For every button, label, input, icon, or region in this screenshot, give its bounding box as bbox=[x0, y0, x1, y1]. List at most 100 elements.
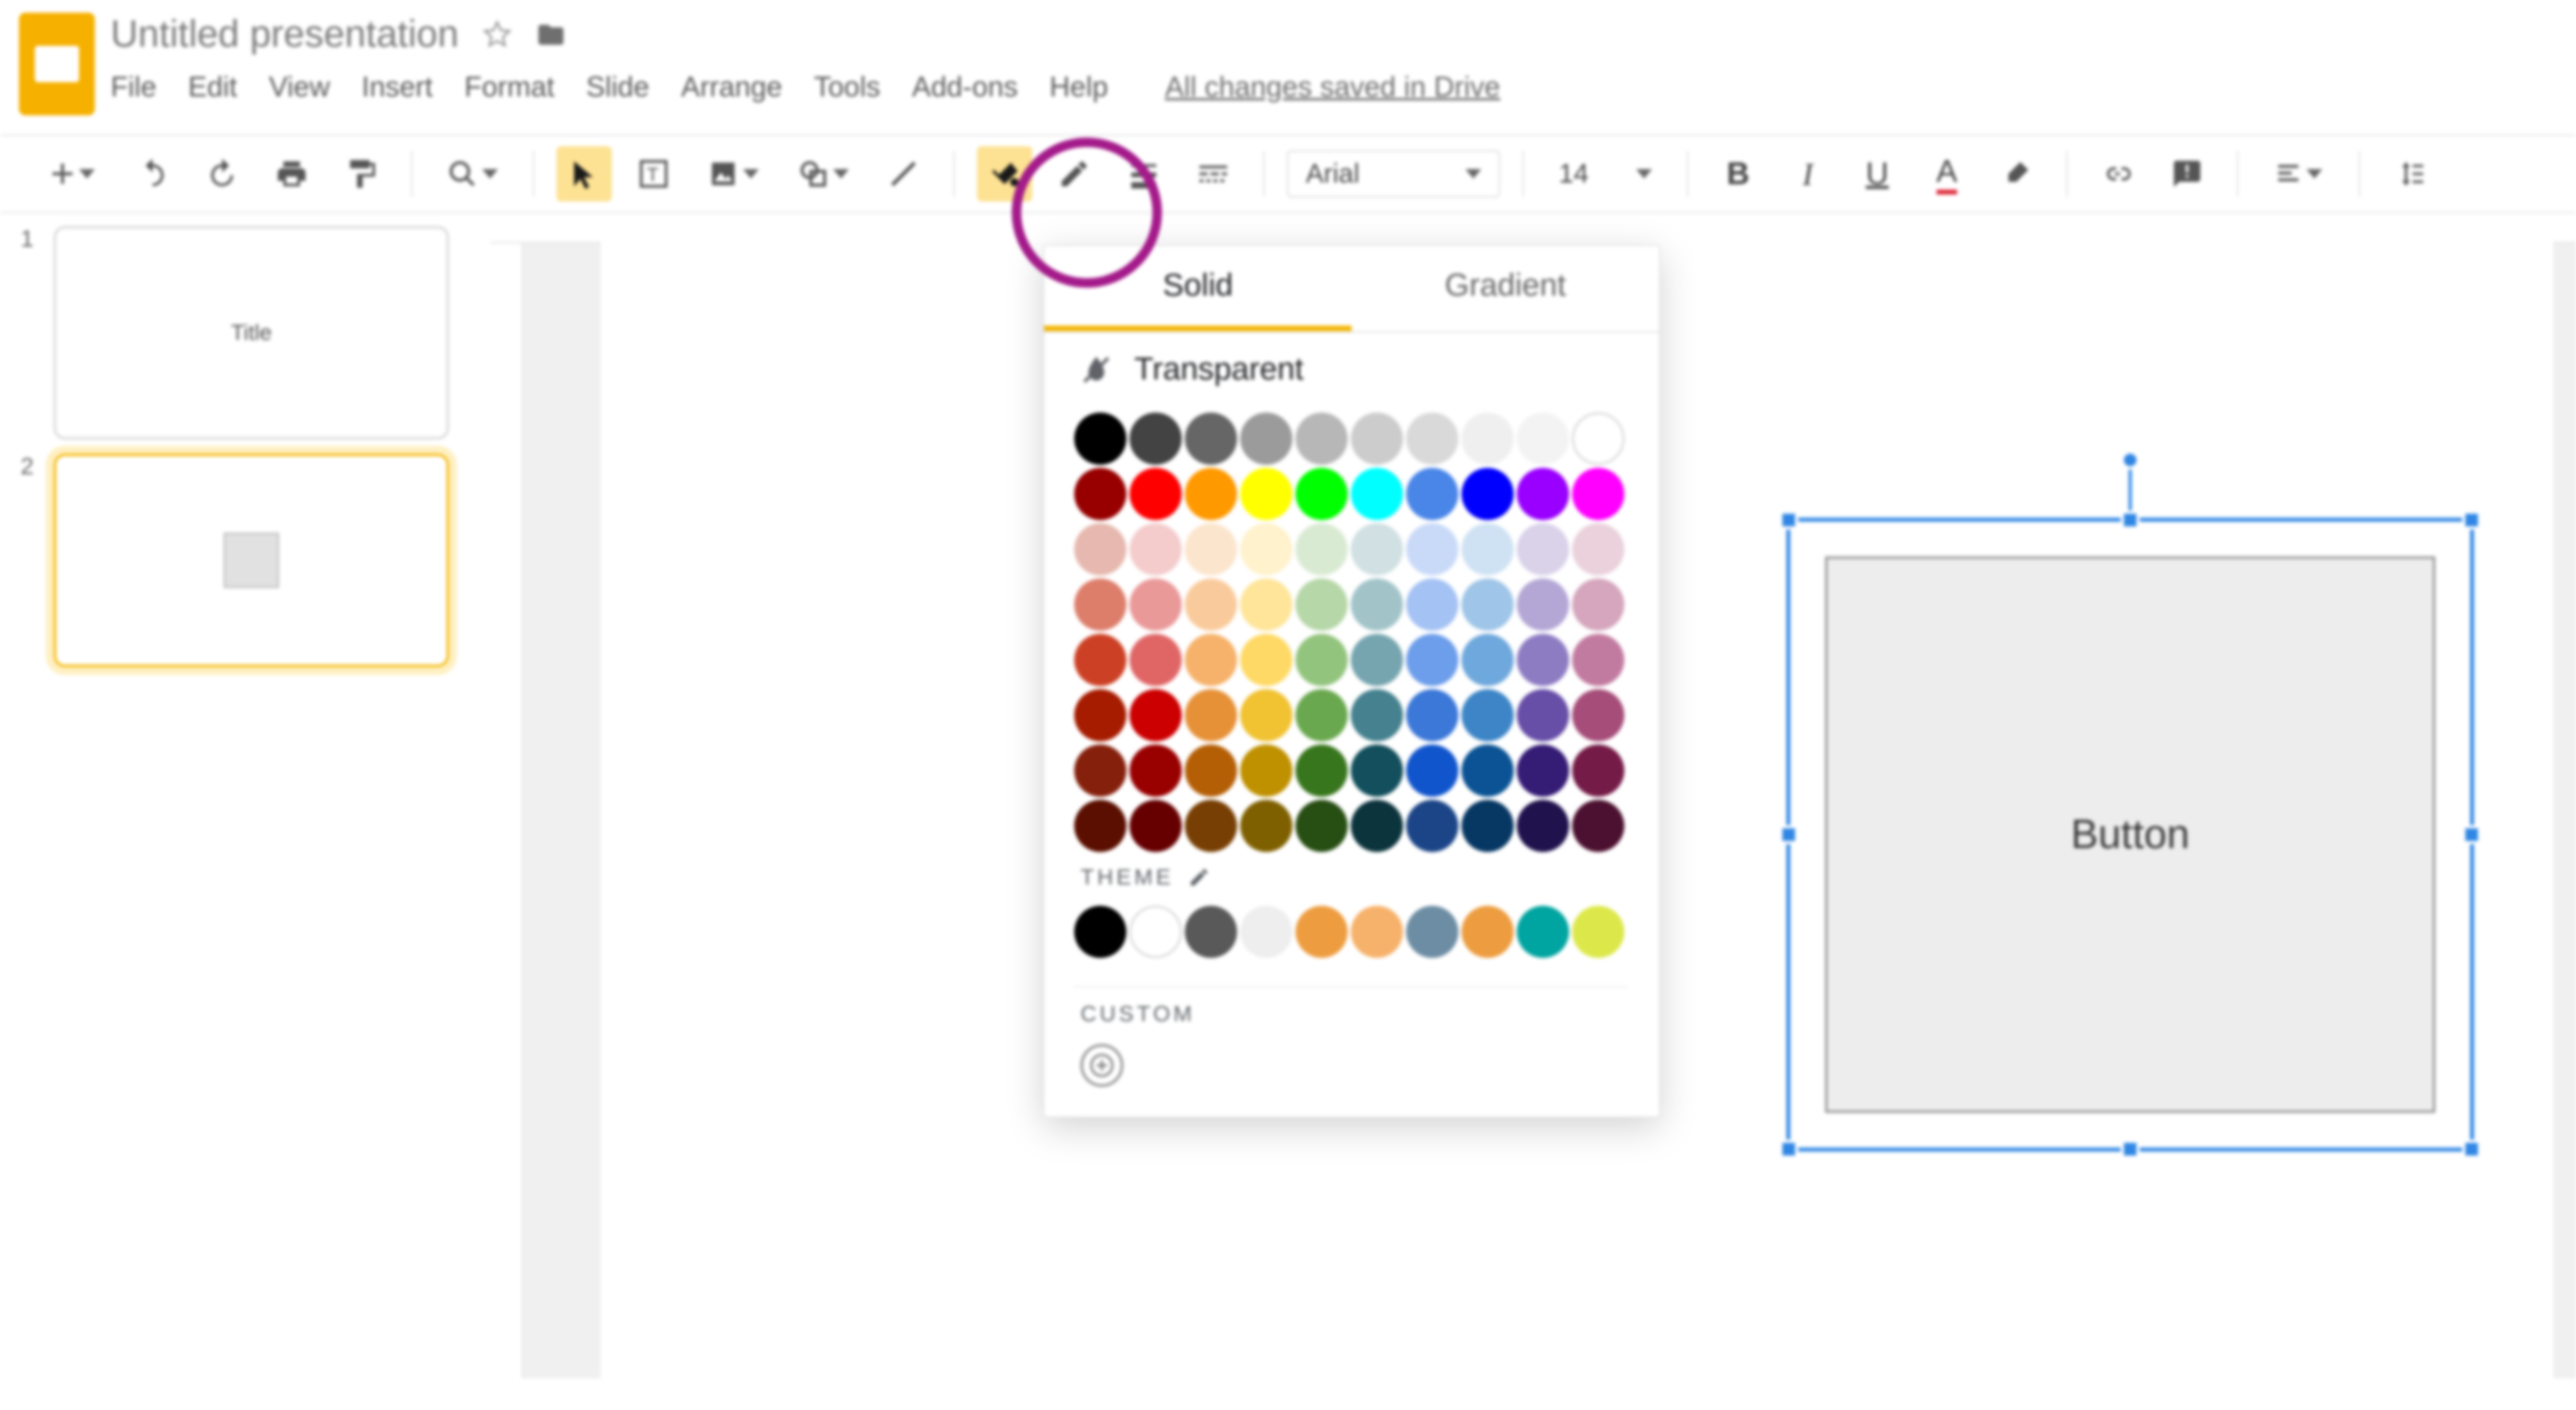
select-tool-button[interactable] bbox=[556, 146, 612, 202]
color-swatch[interactable] bbox=[1240, 468, 1292, 520]
color-swatch[interactable] bbox=[1240, 689, 1292, 741]
star-icon[interactable] bbox=[482, 20, 512, 50]
color-swatch[interactable] bbox=[1406, 689, 1458, 741]
menu-view[interactable]: View bbox=[269, 70, 330, 104]
color-swatch[interactable] bbox=[1517, 634, 1569, 686]
color-swatch[interactable] bbox=[1130, 523, 1182, 575]
color-swatch[interactable] bbox=[1461, 745, 1514, 797]
color-swatch[interactable] bbox=[1074, 745, 1126, 797]
color-swatch[interactable] bbox=[1240, 634, 1292, 686]
theme-color-swatch[interactable] bbox=[1130, 906, 1182, 958]
color-swatch[interactable] bbox=[1130, 468, 1182, 520]
color-swatch[interactable] bbox=[1240, 413, 1292, 465]
resize-handle-bl[interactable] bbox=[1779, 1140, 1798, 1159]
pencil-icon[interactable] bbox=[1188, 866, 1210, 888]
color-swatch[interactable] bbox=[1461, 468, 1514, 520]
color-swatch[interactable] bbox=[1406, 468, 1458, 520]
color-swatch[interactable] bbox=[1461, 689, 1514, 741]
resize-handle-tl[interactable] bbox=[1779, 511, 1798, 530]
color-swatch[interactable] bbox=[1406, 745, 1458, 797]
selected-shape-bounds[interactable]: Button bbox=[1786, 518, 2474, 1152]
align-button[interactable] bbox=[2261, 146, 2337, 202]
slide-thumbnail[interactable]: 1 Title bbox=[21, 226, 470, 439]
shape-rectangle[interactable]: Button bbox=[1825, 556, 2435, 1113]
color-swatch[interactable] bbox=[1572, 523, 1624, 575]
color-swatch[interactable] bbox=[1074, 634, 1126, 686]
underline-button[interactable]: U bbox=[1850, 146, 1905, 202]
add-custom-color-button[interactable] bbox=[1081, 1044, 1123, 1087]
color-swatch[interactable] bbox=[1185, 523, 1237, 575]
image-tool-button[interactable] bbox=[696, 146, 771, 202]
menu-file[interactable]: File bbox=[111, 70, 157, 104]
theme-color-swatch[interactable] bbox=[1240, 906, 1292, 958]
italic-button[interactable]: I bbox=[1780, 146, 1835, 202]
menu-insert[interactable]: Insert bbox=[361, 70, 432, 104]
theme-color-swatch[interactable] bbox=[1406, 906, 1458, 958]
font-size-dropdown[interactable]: 14 bbox=[1546, 150, 1665, 198]
bold-button[interactable]: B bbox=[1710, 146, 1766, 202]
font-family-dropdown[interactable]: Arial bbox=[1287, 150, 1500, 198]
color-swatch[interactable] bbox=[1185, 745, 1237, 797]
color-swatch[interactable] bbox=[1517, 745, 1569, 797]
menu-tools[interactable]: Tools bbox=[814, 70, 881, 104]
color-swatch[interactable] bbox=[1351, 745, 1403, 797]
color-swatch[interactable] bbox=[1074, 523, 1126, 575]
color-swatch[interactable] bbox=[1074, 800, 1126, 852]
color-swatch[interactable] bbox=[1517, 468, 1569, 520]
color-swatch[interactable] bbox=[1461, 634, 1514, 686]
color-swatch[interactable] bbox=[1296, 413, 1348, 465]
color-swatch[interactable] bbox=[1296, 689, 1348, 741]
color-swatch[interactable] bbox=[1517, 800, 1569, 852]
resize-handle-ml[interactable] bbox=[1779, 825, 1798, 844]
color-swatch[interactable] bbox=[1074, 689, 1126, 741]
color-swatch[interactable] bbox=[1572, 413, 1624, 465]
theme-color-swatch[interactable] bbox=[1074, 906, 1126, 958]
color-swatch[interactable] bbox=[1074, 413, 1126, 465]
color-swatch[interactable] bbox=[1296, 468, 1348, 520]
theme-color-swatch[interactable] bbox=[1461, 906, 1514, 958]
color-swatch[interactable] bbox=[1296, 523, 1348, 575]
new-slide-button[interactable]: + bbox=[35, 146, 111, 202]
fill-tab-gradient[interactable]: Gradient bbox=[1352, 246, 1659, 331]
textbox-tool-button[interactable]: T bbox=[626, 146, 681, 202]
menu-edit[interactable]: Edit bbox=[188, 70, 237, 104]
resize-handle-mr[interactable] bbox=[2462, 825, 2481, 844]
resize-handle-bm[interactable] bbox=[2121, 1140, 2140, 1159]
color-swatch[interactable] bbox=[1130, 745, 1182, 797]
print-button[interactable] bbox=[264, 146, 319, 202]
shape-tool-button[interactable] bbox=[786, 146, 862, 202]
color-swatch[interactable] bbox=[1074, 579, 1126, 631]
theme-color-swatch[interactable] bbox=[1185, 906, 1237, 958]
color-swatch[interactable] bbox=[1461, 579, 1514, 631]
color-swatch[interactable] bbox=[1296, 800, 1348, 852]
color-swatch[interactable] bbox=[1185, 579, 1237, 631]
color-swatch[interactable] bbox=[1351, 689, 1403, 741]
slide-thumbnail[interactable]: 2 bbox=[21, 454, 470, 667]
color-swatch[interactable] bbox=[1240, 745, 1292, 797]
color-swatch[interactable] bbox=[1406, 634, 1458, 686]
color-swatch[interactable] bbox=[1185, 689, 1237, 741]
border-dash-button[interactable] bbox=[1186, 146, 1241, 202]
save-status[interactable]: All changes saved in Drive bbox=[1165, 70, 1500, 104]
color-swatch[interactable] bbox=[1240, 523, 1292, 575]
menu-arrange[interactable]: Arrange bbox=[681, 70, 783, 104]
color-swatch[interactable] bbox=[1130, 689, 1182, 741]
theme-color-swatch[interactable] bbox=[1517, 906, 1569, 958]
color-swatch[interactable] bbox=[1572, 579, 1624, 631]
color-swatch[interactable] bbox=[1517, 413, 1569, 465]
color-swatch[interactable] bbox=[1185, 634, 1237, 686]
redo-button[interactable] bbox=[194, 146, 250, 202]
rotate-handle[interactable] bbox=[2121, 451, 2140, 469]
text-color-button[interactable]: A bbox=[1919, 146, 1974, 202]
move-to-folder-icon[interactable] bbox=[536, 20, 566, 50]
undo-button[interactable] bbox=[125, 146, 180, 202]
color-swatch[interactable] bbox=[1074, 468, 1126, 520]
color-swatch[interactable] bbox=[1240, 800, 1292, 852]
color-swatch[interactable] bbox=[1461, 800, 1514, 852]
slides-app-icon[interactable] bbox=[19, 13, 95, 115]
color-swatch[interactable] bbox=[1406, 413, 1458, 465]
color-swatch[interactable] bbox=[1572, 689, 1624, 741]
color-swatch[interactable] bbox=[1185, 468, 1237, 520]
resize-handle-tr[interactable] bbox=[2462, 511, 2481, 530]
color-swatch[interactable] bbox=[1130, 634, 1182, 686]
